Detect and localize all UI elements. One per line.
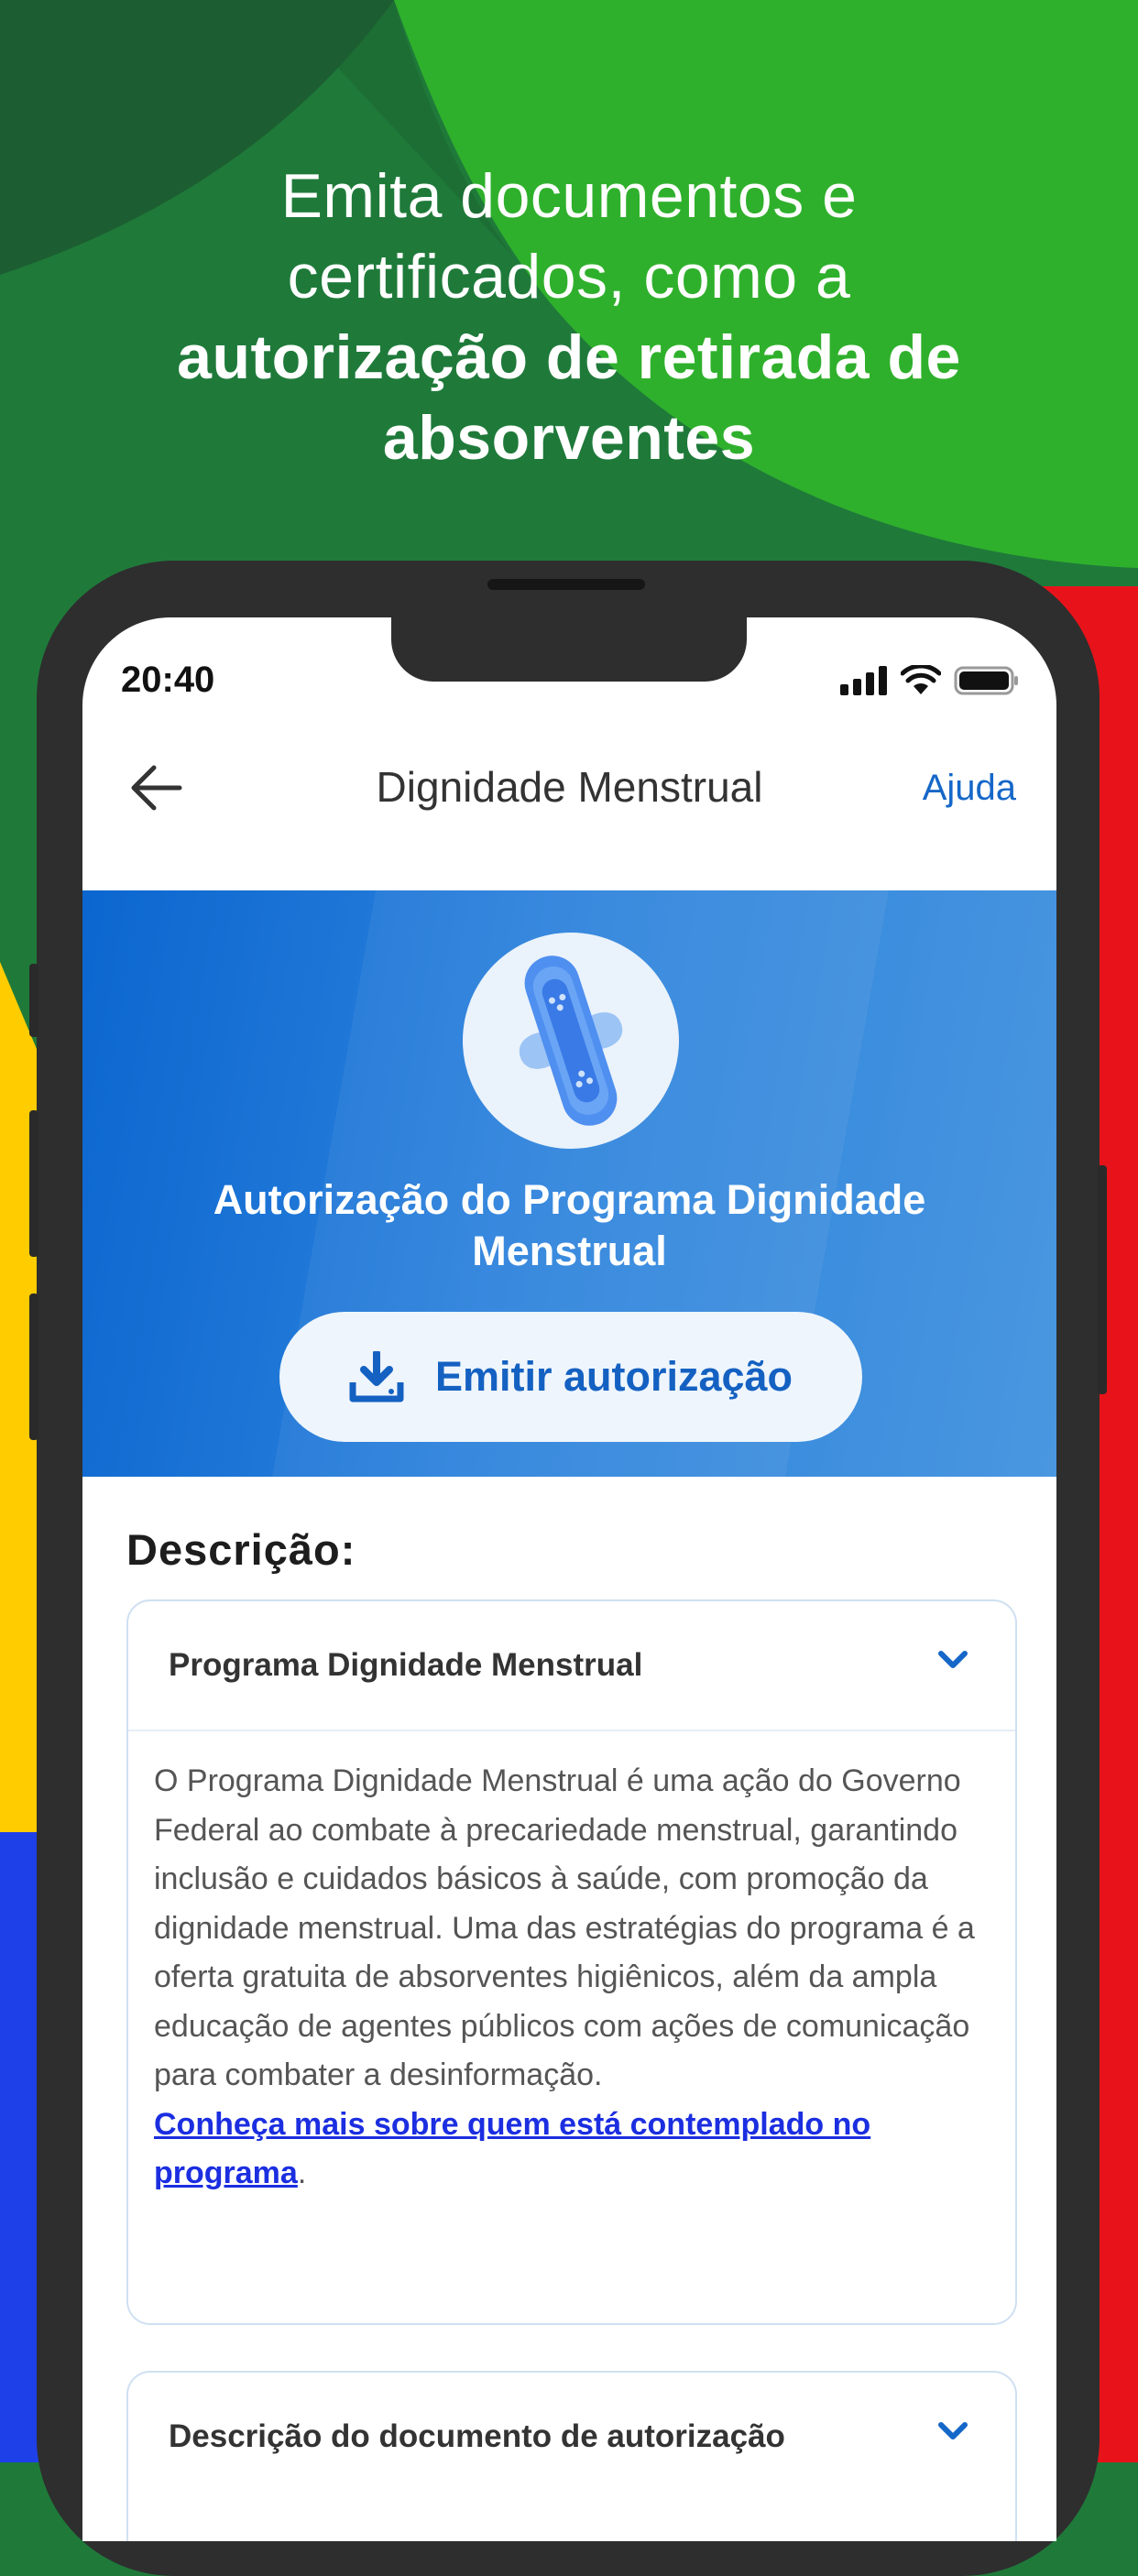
sanitary-pad-icon	[519, 955, 623, 1126]
promo-headline-line1: Emita documentos e	[280, 161, 858, 231]
emit-authorization-button[interactable]: Emitir autorização	[279, 1312, 862, 1442]
phone-side-button	[29, 964, 38, 1037]
accordion-document-header[interactable]: Descrição do documento de autorização	[128, 2373, 1015, 2501]
status-time: 20:40	[121, 660, 215, 700]
accordion-title: Programa Dignidade Menstrual	[169, 1647, 643, 1683]
hero-banner: Autorização do Programa Dignidade Menstr…	[82, 890, 1056, 1477]
accordion-body: O Programa Dignidade Menstrual é uma açã…	[154, 1757, 979, 2199]
accordion-body-text: O Programa Dignidade Menstrual é uma açã…	[154, 1763, 975, 2092]
status-icons	[840, 665, 1020, 696]
program-info-link[interactable]: Conheça mais sobre quem está contemplado…	[154, 2107, 870, 2191]
accordion-document-description: Descrição do documento de autorização	[126, 2371, 1017, 2541]
help-link[interactable]: Ajuda	[923, 768, 1016, 809]
hero-illustration	[463, 933, 679, 1149]
wifi-icon	[901, 665, 941, 694]
chevron-down-icon	[938, 2422, 968, 2440]
description-heading: Descrição:	[126, 1525, 356, 1574]
phone-notch	[391, 617, 747, 682]
app-screen: 20:40 Dignidade Menstrual Ajuda Autoriza…	[82, 617, 1056, 2541]
promo-headline: Emita documentos e certificados, como a …	[0, 156, 1138, 478]
promo-headline-line2: certificados, como a	[287, 242, 851, 311]
hero-title-line1: Autorização do Programa Dignidade	[213, 1176, 926, 1223]
phone-speaker	[487, 579, 645, 590]
accordion-program-header[interactable]: Programa Dignidade Menstrual	[128, 1601, 1015, 1730]
promo-headline-bold2: absorventes	[382, 403, 756, 473]
divider	[128, 1730, 1015, 1731]
chevron-down-icon	[938, 1651, 968, 1668]
accordion-program: Programa Dignidade Menstrual O Programa …	[126, 1599, 1017, 2325]
accordion-title: Descrição do documento de autorização	[169, 2418, 785, 2454]
hero-title: Autorização do Programa Dignidade Menstr…	[137, 1174, 1001, 1277]
hero-title-line2: Menstrual	[472, 1228, 667, 1274]
battery-icon	[954, 666, 1018, 695]
signal-icon	[840, 666, 887, 695]
promo-headline-bold1: autorização de retirada de	[177, 322, 961, 392]
download-icon	[349, 1351, 404, 1403]
page-title: Dignidade Menstrual	[376, 763, 763, 811]
phone-power-button	[1098, 1165, 1107, 1394]
app-bar: Dignidade Menstrual Ajuda	[82, 737, 1056, 837]
phone-side-button	[29, 1110, 38, 1257]
phone-side-button	[29, 1293, 38, 1440]
link-suffix: .	[297, 2156, 307, 2190]
emit-button-label: Emitir autorização	[434, 1353, 793, 1400]
